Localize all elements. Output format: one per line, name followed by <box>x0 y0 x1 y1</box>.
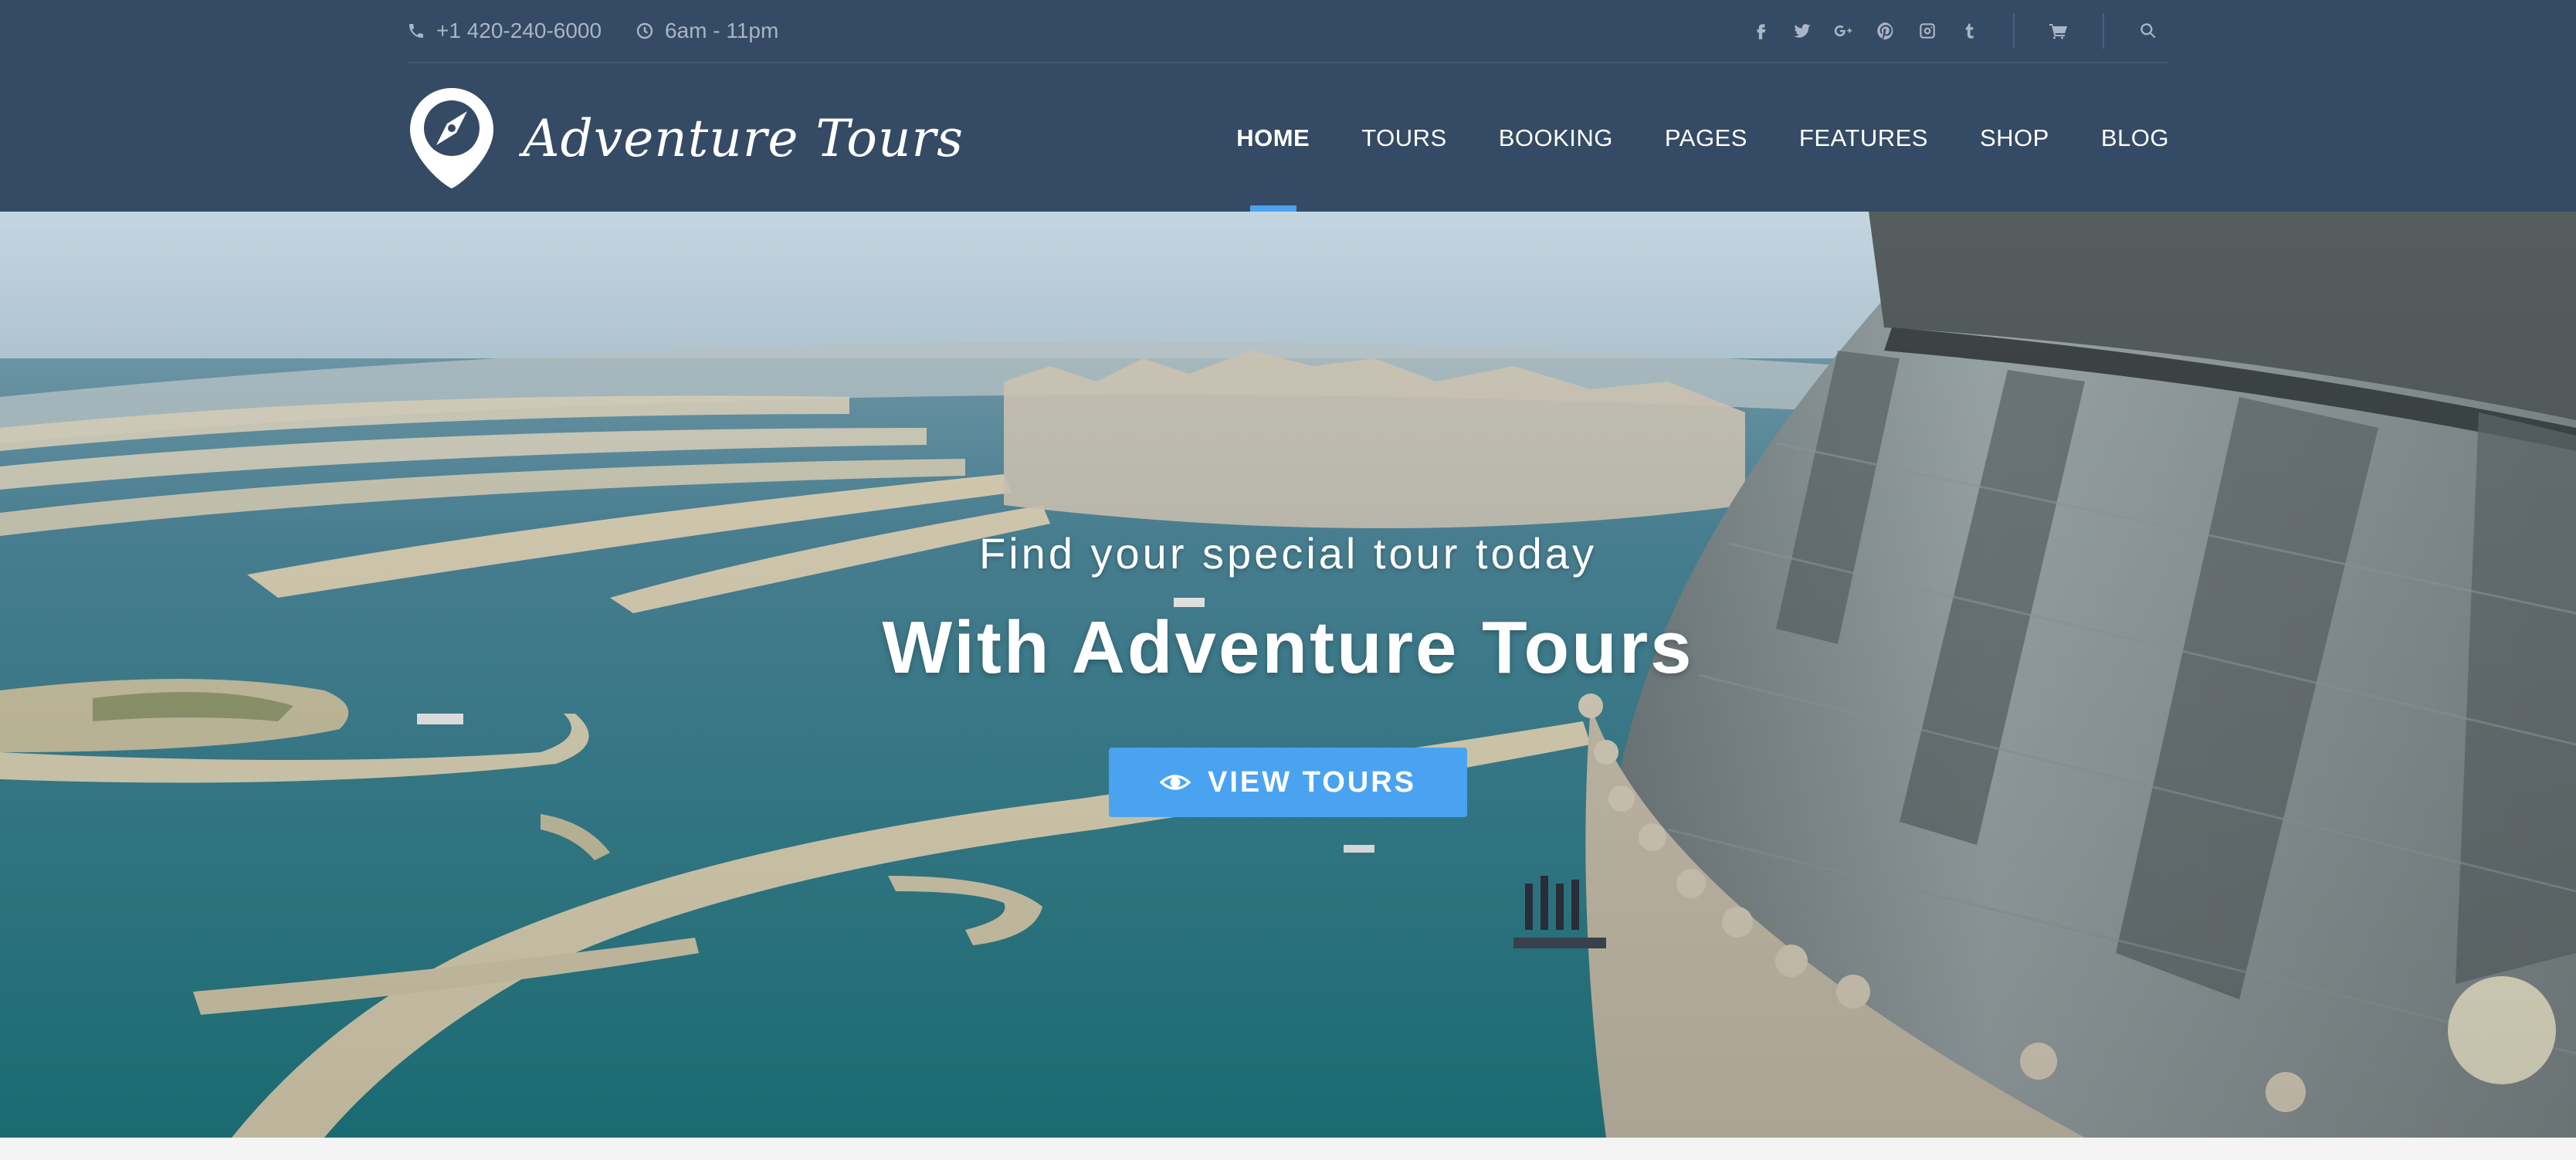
phone-icon <box>409 24 423 38</box>
hero-title: With Adventure Tours <box>882 606 1694 689</box>
nav-item-shop[interactable]: SHOP <box>1980 65 2049 212</box>
social-links <box>1740 0 2169 62</box>
nav-item-features[interactable]: FEATURES <box>1799 65 1928 212</box>
pinterest-icon[interactable] <box>1865 0 1907 62</box>
nav-item-label: SHOP <box>1979 124 2049 151</box>
twitter-icon[interactable] <box>1781 0 1823 62</box>
nav-item-pages[interactable]: PAGES <box>1665 65 1747 212</box>
site-logo[interactable]: Adventure Tours <box>407 85 964 192</box>
nav-item-label: BOOKING <box>1498 124 1613 151</box>
nav-item-tours[interactable]: TOURS <box>1361 65 1446 212</box>
phone-contact[interactable]: +1 420-240-6000 <box>407 0 602 62</box>
opening-hours: 6am - 11pm <box>636 0 778 62</box>
top-bar: +1 420-240-6000 6am - 11pm <box>407 0 2169 63</box>
main-navbar: Adventure Tours HOME TOURS BOOKING PAGES… <box>407 65 2169 212</box>
hero-subtitle: Find your special tour today <box>979 529 1597 578</box>
nav-item-home[interactable]: HOME <box>1236 65 1310 212</box>
brand-name: Adventure Tours <box>523 108 964 168</box>
instagram-icon[interactable] <box>1907 0 1948 62</box>
content-start-strip <box>0 1138 2576 1160</box>
hero-banner: Find your special tour today With Advent… <box>0 212 2576 1138</box>
topbar-divider <box>2103 13 2104 49</box>
clock-icon <box>636 22 653 39</box>
search-icon[interactable] <box>2127 0 2169 62</box>
google-plus-icon[interactable] <box>1823 0 1865 62</box>
nav-item-label: BLOG <box>2100 124 2169 151</box>
cart-icon[interactable] <box>2038 0 2079 62</box>
nav-item-label: FEATURES <box>1798 124 1928 151</box>
site-header: +1 420-240-6000 6am - 11pm Adventure Tou… <box>0 0 2576 212</box>
topbar-divider <box>2013 13 2015 49</box>
main-nav: HOME TOURS BOOKING PAGES FEATURES SHOP B… <box>1185 65 2169 212</box>
tumblr-icon[interactable] <box>1948 0 1990 62</box>
nav-item-label: TOURS <box>1361 124 1447 151</box>
facebook-icon[interactable] <box>1740 0 1781 62</box>
active-indicator <box>1249 205 1296 212</box>
nav-item-blog[interactable]: BLOG <box>2101 65 2169 212</box>
compass-pin-icon <box>410 88 493 188</box>
nav-item-label: PAGES <box>1664 124 1747 151</box>
hours-text: 6am - 11pm <box>665 19 779 42</box>
phone-number: +1 420-240-6000 <box>436 19 602 42</box>
view-tours-label: VIEW TOURS <box>1208 765 1416 799</box>
view-tours-button[interactable]: VIEW TOURS <box>1109 748 1467 817</box>
nav-item-label: HOME <box>1236 124 1310 151</box>
nav-item-booking[interactable]: BOOKING <box>1499 65 1613 212</box>
eye-icon <box>1160 775 1191 790</box>
